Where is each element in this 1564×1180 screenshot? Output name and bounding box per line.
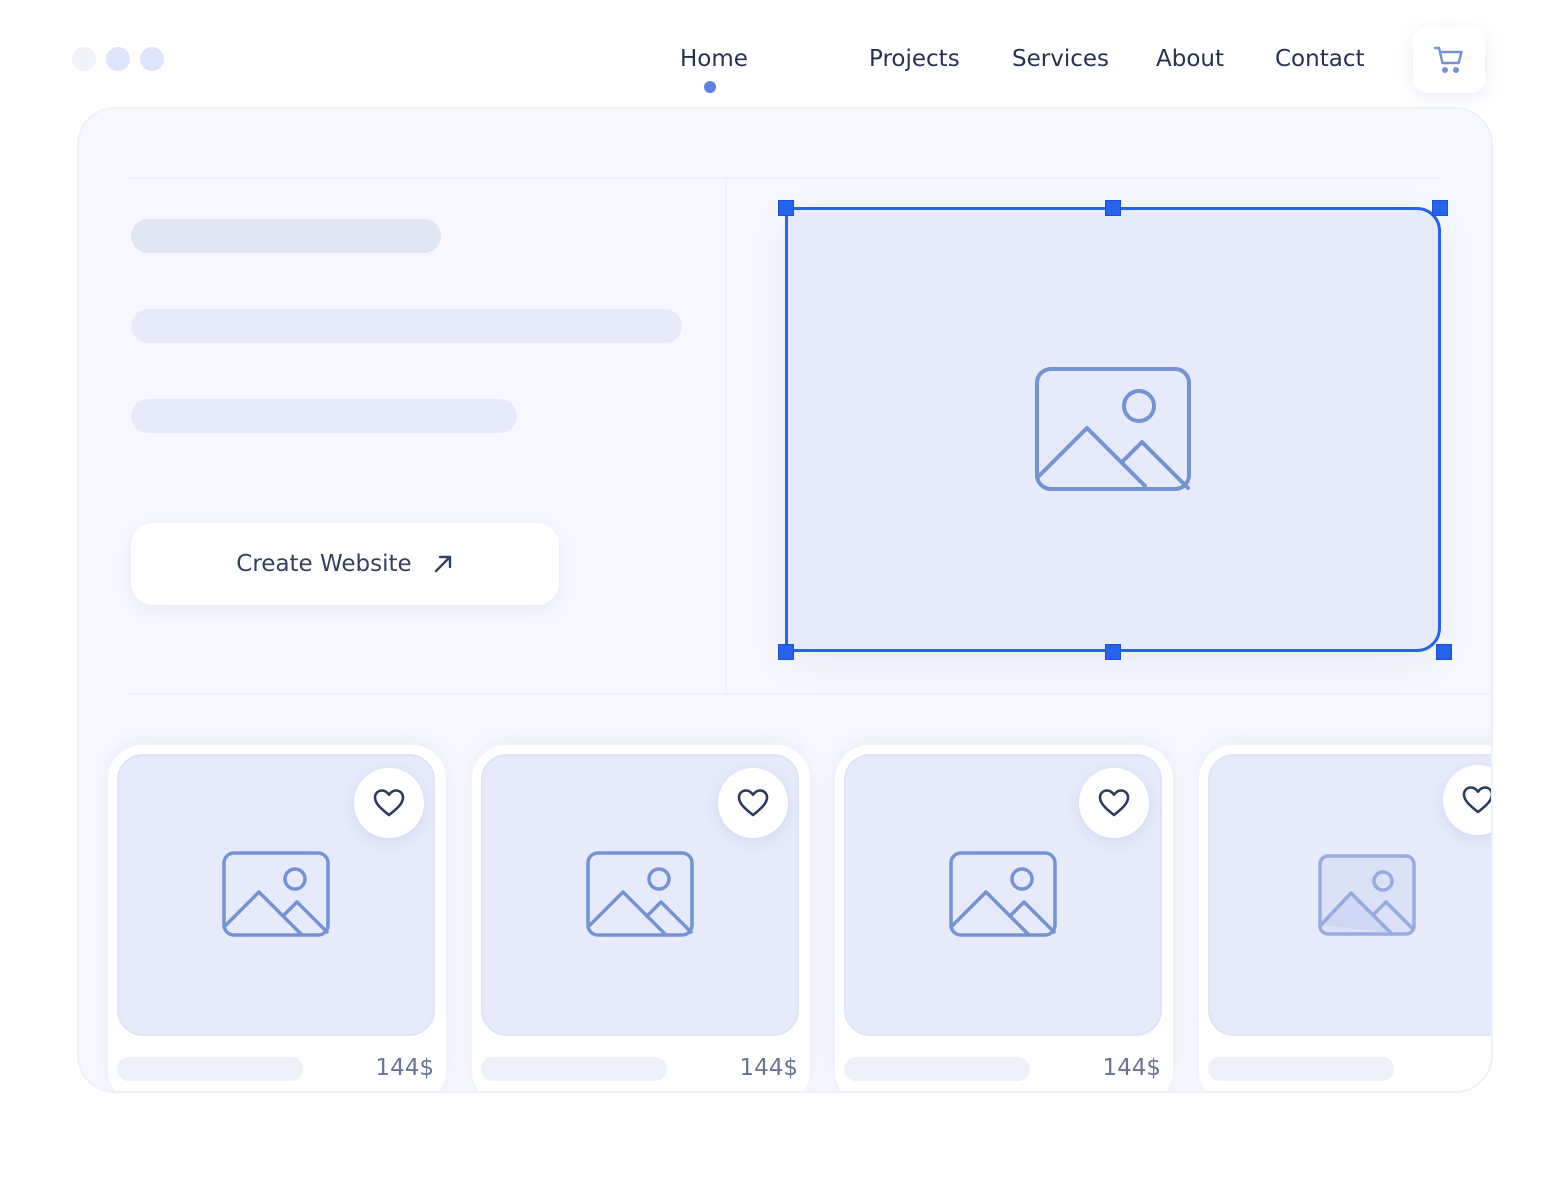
image-placeholder-icon [586, 851, 694, 937]
product-name-placeholder [844, 1057, 1030, 1081]
product-name-placeholder [117, 1057, 303, 1081]
resize-handle-top-left[interactable] [778, 200, 794, 216]
arrow-up-right-icon [434, 555, 451, 573]
nav-home[interactable]: Home [680, 46, 748, 72]
image-placeholder-icon [1035, 366, 1191, 491]
shopping-cart-icon [1433, 46, 1463, 74]
heart-icon [1098, 789, 1130, 817]
create-website-button[interactable]: Create Website [131, 523, 559, 605]
nav-services[interactable]: Services [1012, 46, 1109, 72]
product-card[interactable]: 144$ [108, 745, 446, 1091]
page: Home Projects Services About Contact Cre… [0, 0, 1564, 1180]
divider [725, 179, 727, 693]
heart-icon [373, 789, 405, 817]
resize-handle-bottom-center[interactable] [1105, 644, 1121, 660]
product-name-placeholder [481, 1057, 667, 1081]
product-card[interactable] [1199, 745, 1491, 1091]
divider [129, 177, 1441, 179]
favorite-button[interactable] [354, 768, 424, 838]
divider [129, 693, 1491, 695]
active-indicator [704, 81, 716, 93]
resize-handle-top-right[interactable] [1432, 200, 1448, 216]
nav-about[interactable]: About [1156, 46, 1224, 72]
window-dot-maximize[interactable] [140, 47, 164, 71]
resize-handle-bottom-left[interactable] [778, 644, 794, 660]
resize-handle-top-center[interactable] [1105, 200, 1121, 216]
nav-contact[interactable]: Contact [1275, 46, 1364, 72]
product-name-placeholder [1208, 1057, 1394, 1081]
favorite-button[interactable] [1079, 768, 1149, 838]
product-price: 144$ [739, 1055, 798, 1081]
window-dot-close[interactable] [72, 47, 96, 71]
create-website-label: Create Website [236, 551, 412, 577]
text-placeholder [131, 399, 517, 433]
nav-projects[interactable]: Projects [869, 46, 960, 72]
product-price: 144$ [1102, 1055, 1161, 1081]
heart-icon [737, 789, 769, 817]
image-placeholder-icon [949, 851, 1057, 937]
cart-button[interactable] [1413, 27, 1485, 93]
product-price: 144$ [375, 1055, 434, 1081]
heart-icon [1462, 786, 1491, 814]
image-placeholder-icon [1318, 854, 1416, 936]
hero-image-selected[interactable] [785, 207, 1441, 652]
image-placeholder-icon [222, 851, 330, 937]
product-card[interactable]: 144$ [472, 745, 810, 1091]
title-placeholder [131, 219, 441, 253]
window-dot-minimize[interactable] [106, 47, 130, 71]
product-card[interactable]: 144$ [835, 745, 1173, 1091]
text-placeholder [131, 309, 682, 343]
hero-panel: Create Website 144$ 144$ 144$ [77, 107, 1493, 1093]
resize-handle-bottom-right[interactable] [1436, 644, 1452, 660]
favorite-button[interactable] [718, 768, 788, 838]
